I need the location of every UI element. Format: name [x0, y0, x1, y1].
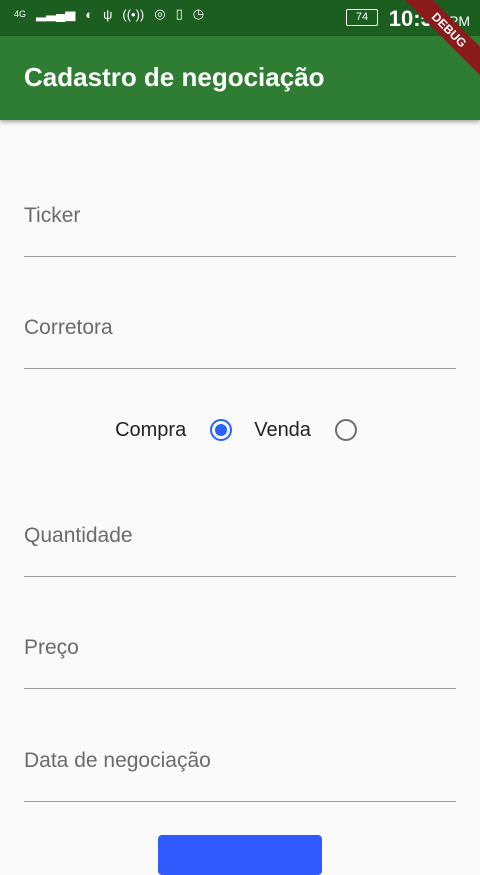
venda-radio[interactable]: [334, 419, 357, 441]
usb-icon: ψ: [103, 6, 113, 22]
network-type: 4G: [14, 9, 27, 19]
preco-field[interactable]: Preço: [24, 628, 456, 689]
data-negociacao-field[interactable]: Data de negociação: [24, 741, 456, 802]
corretora-field[interactable]: Corretora: [24, 308, 456, 369]
compra-label: Compra: [115, 418, 187, 441]
operation-radio-group: Compra Venda: [0, 412, 480, 448]
page-title: Cadastro de negociação: [24, 62, 325, 92]
ticker-field[interactable]: Ticker: [24, 196, 456, 257]
battery-icon: 74: [346, 9, 378, 26]
hotspot-icon: ((•)): [122, 6, 145, 22]
alarm-icon: ◷: [192, 6, 205, 21]
compra-radio[interactable]: [210, 419, 233, 441]
vibrate-icon: ▯: [175, 6, 183, 21]
app-bar: Cadastro de negociação: [0, 36, 480, 120]
quantidade-label: Quantidade: [24, 524, 133, 547]
venda-label: Venda: [254, 418, 311, 441]
submit-button[interactable]: [158, 835, 322, 875]
preco-label: Preço: [24, 636, 79, 659]
status-bar: 4G ▂▃▄▅ ◐ ψ ((•)) ◎ ▯ ◷ 74 10:57 PM: [0, 0, 480, 36]
data-negociacao-label: Data de negociação: [24, 749, 211, 772]
wifi-icon: ◎: [154, 6, 166, 21]
corretora-label: Corretora: [24, 316, 113, 339]
status-icons: 4G ▂▃▄▅ ◐ ψ ((•)) ◎ ▯ ◷: [14, 6, 204, 22]
quantidade-field[interactable]: Quantidade: [24, 516, 456, 577]
firefox-icon: ◐: [85, 6, 94, 22]
signal-icon: ▂▃▄▅: [36, 6, 76, 21]
ticker-label: Ticker: [24, 204, 81, 227]
